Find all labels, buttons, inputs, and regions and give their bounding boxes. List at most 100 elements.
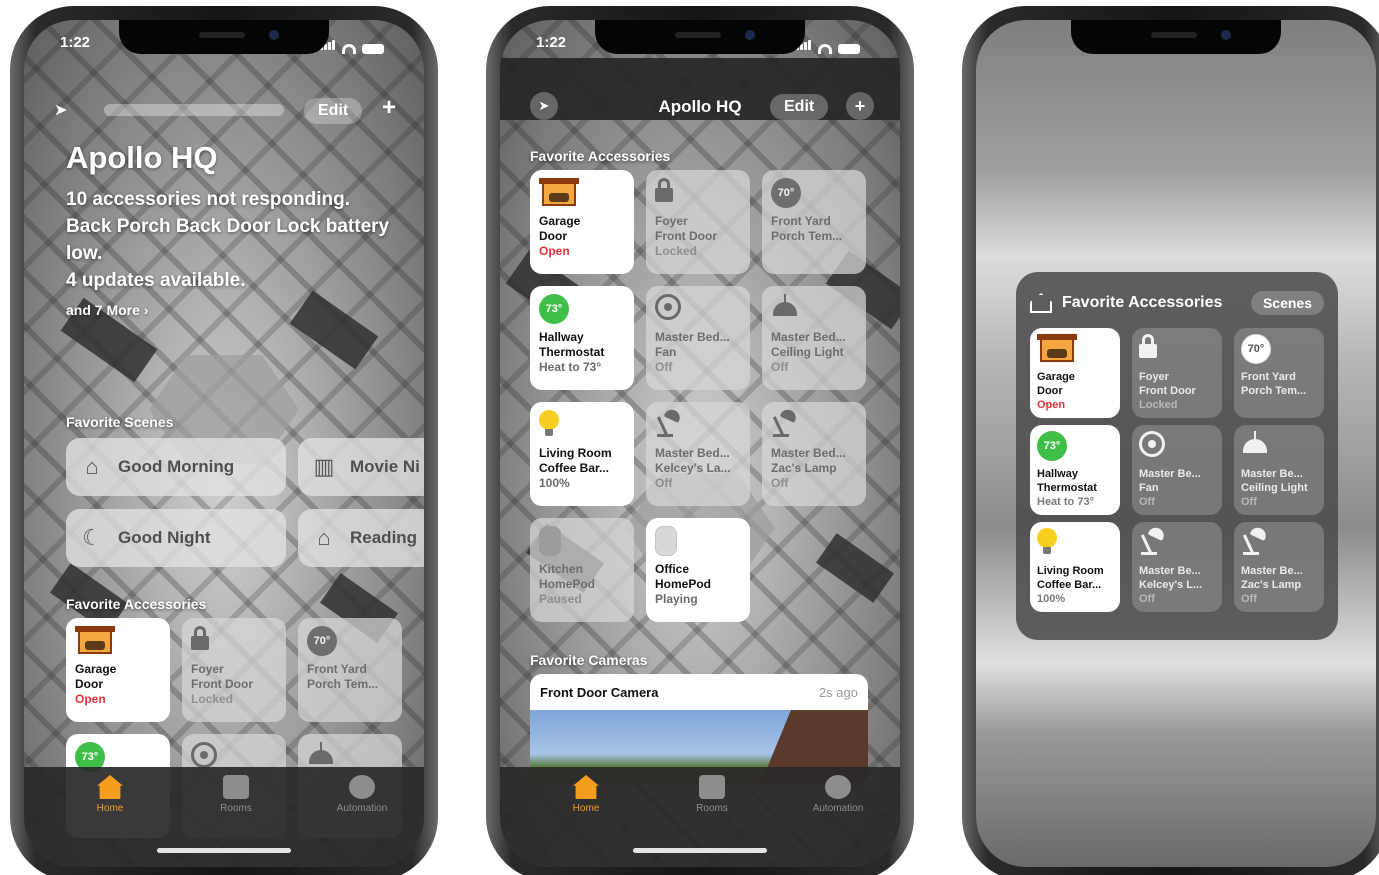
fan-icon <box>191 742 217 768</box>
accessory-garage-door[interactable]: Garage Door Open <box>66 618 170 722</box>
accessory-front-yard-porch-temp[interactable]: 70° Front Yard Porch Tem... <box>762 170 866 274</box>
home-scroll-bar <box>104 104 284 116</box>
add-button[interactable]: + <box>846 92 874 120</box>
accessory-master-bed-ceiling-light[interactable]: Master Bed... Ceiling Light Off <box>762 286 866 390</box>
accessory-master-bed-zac-lamp[interactable]: Master Bed... Zac's Lamp Off <box>762 402 866 506</box>
tile-name: Garage <box>1037 371 1075 383</box>
garage-icon <box>539 178 579 206</box>
desk-lamp-icon <box>771 407 799 438</box>
accessory-living-room-coffee-bar[interactable]: Living Room Coffee Bar... 100% <box>530 402 634 506</box>
tile-name: Master Be... <box>1241 565 1303 577</box>
tab-rooms[interactable]: Rooms <box>196 775 276 814</box>
camera-name: Front Door Camera <box>540 684 659 700</box>
wifi-icon <box>818 44 832 54</box>
battery-icon <box>838 44 860 54</box>
lock-icon <box>655 178 673 202</box>
fan-icon <box>655 294 681 320</box>
widget-tile-master-bed-fan[interactable]: Master Be... Fan Off <box>1132 425 1222 515</box>
tile-name: HomePod <box>539 577 596 591</box>
thermostat-icon: 73° <box>1037 431 1067 461</box>
tile-state: Locked <box>191 692 234 706</box>
tile-name: Front Door <box>191 677 253 691</box>
tile-name: Door <box>1037 385 1063 397</box>
tab-label: Home <box>96 803 124 814</box>
widget-tile-hallway-thermostat[interactable]: 73° Hallway Thermostat Heat to 73° <box>1030 425 1120 515</box>
accessory-office-homepod[interactable]: Office HomePod Playing <box>646 518 750 622</box>
edit-button[interactable]: Edit <box>304 98 363 124</box>
scenes-button[interactable]: Scenes <box>1250 291 1324 315</box>
widget-tile-foyer-front-door[interactable]: Foyer Front Door Locked <box>1132 328 1222 418</box>
edit-button[interactable]: Edit <box>770 94 829 120</box>
location-arrow-icon[interactable]: ➤ <box>54 100 67 120</box>
tile-name: Thermostat <box>1037 482 1097 494</box>
accessory-master-bed-fan[interactable]: Master Bed... Fan Off <box>646 286 750 390</box>
widget-tile-living-room-coffee-bar[interactable]: Living Room Coffee Bar... 100% <box>1030 522 1120 612</box>
screen: 1:22 ➤ Edit + Apollo HQ 10 accessories n… <box>24 20 424 867</box>
automation-icon <box>349 775 375 799</box>
accessory-garage-door[interactable]: Garage Door Open <box>530 170 634 274</box>
phone-scrolled-view: 1:22 ➤ Apollo HQ Edit + Favorite Accesso… <box>486 6 914 875</box>
accessory-hallway-thermostat[interactable]: 73° Hallway Thermostat Heat to 73° <box>530 286 634 390</box>
pendant-light-icon <box>307 742 335 768</box>
widget-tile-master-bed-ceiling-light[interactable]: Master Be... Ceiling Light Off <box>1234 425 1324 515</box>
nav-title: Apollo HQ <box>658 97 742 116</box>
tile-name: Master Bed... <box>655 330 730 344</box>
tile-name: Front Yard <box>1241 371 1296 383</box>
favorite-accessories-label: Favorite Accessories <box>66 596 207 612</box>
tile-name: Garage <box>75 662 117 676</box>
tile-state: Open <box>1037 399 1066 411</box>
widget-tile-master-bed-zac-lamp[interactable]: Master Be... Zac's Lamp Off <box>1234 522 1324 612</box>
scene-good-night[interactable]: ☾ Good Night <box>66 509 286 567</box>
favorite-accessories-widget: Favorite Accessories Scenes Garage Door … <box>1016 272 1338 640</box>
tab-automation[interactable]: Automation <box>798 775 878 814</box>
temperature-icon: 70° <box>771 178 801 208</box>
home-indicator[interactable] <box>633 848 767 853</box>
lock-icon <box>1139 334 1157 358</box>
tile-name: Porch Tem... <box>771 229 843 243</box>
rooms-icon <box>223 775 249 799</box>
home-status-summary[interactable]: 10 accessories not responding. Back Porc… <box>66 186 396 294</box>
home-indicator[interactable] <box>157 848 291 853</box>
more-status-link[interactable]: and 7 More › <box>66 302 148 318</box>
tile-name: Door <box>539 229 567 243</box>
add-button[interactable]: + <box>382 94 396 122</box>
tile-name: Master Be... <box>1139 565 1201 577</box>
accessory-foyer-front-door[interactable]: Foyer Front Door Locked <box>182 618 286 722</box>
tile-state: Open <box>75 692 106 706</box>
tab-automation[interactable]: Automation <box>322 775 402 814</box>
accessory-front-yard-porch-temp[interactable]: 70° Front Yard Porch Tem... <box>298 618 402 722</box>
scene-movie-night[interactable]: ▥ Movie Ni <box>298 438 424 496</box>
scene-good-morning[interactable]: ⌂ Good Morning <box>66 438 286 496</box>
status-line: 4 updates available. <box>66 270 246 291</box>
tile-state: 100% <box>539 476 570 490</box>
lock-icon <box>191 626 209 650</box>
tab-label: Automation <box>336 803 388 814</box>
fan-icon <box>1139 431 1165 457</box>
temperature-icon: 70° <box>307 626 337 656</box>
tile-name: Front Yard <box>307 662 367 676</box>
accessory-master-bed-kelcey-lamp[interactable]: Master Bed... Kelcey's La... Off <box>646 402 750 506</box>
homepod-icon <box>655 526 677 556</box>
widget-tile-front-yard-porch-temp[interactable]: 70° Front Yard Porch Tem... <box>1234 328 1324 418</box>
home-icon <box>1030 293 1052 313</box>
scene-reading[interactable]: ⌂ Reading <box>298 509 424 567</box>
accessory-kitchen-homepod[interactable]: Kitchen HomePod Paused <box>530 518 634 622</box>
tile-name: Fan <box>1139 482 1159 494</box>
tile-name: Foyer <box>1139 371 1169 383</box>
widget-tile-garage-door[interactable]: Garage Door Open <box>1030 328 1120 418</box>
automation-icon <box>825 775 851 799</box>
status-line: Back Porch Back Door Lock battery low. <box>66 216 390 264</box>
tab-home[interactable]: Home <box>70 775 150 814</box>
tab-home[interactable]: Home <box>546 775 626 814</box>
tile-state: Open <box>539 244 570 258</box>
tab-rooms[interactable]: Rooms <box>672 775 752 814</box>
tile-name: Front Door <box>1139 385 1196 397</box>
homepod-icon <box>539 526 561 556</box>
tile-name: HomePod <box>655 577 712 591</box>
desk-lamp-icon <box>1139 525 1167 556</box>
widget-tile-master-bed-kelcey-lamp[interactable]: Master Be... Kelcey's L... Off <box>1132 522 1222 612</box>
sunrise-house-icon: ⌂ <box>85 454 99 479</box>
tile-state: 100% <box>1037 593 1066 605</box>
tile-name: Ceiling Light <box>1241 482 1308 494</box>
accessory-foyer-front-door[interactable]: Foyer Front Door Locked <box>646 170 750 274</box>
